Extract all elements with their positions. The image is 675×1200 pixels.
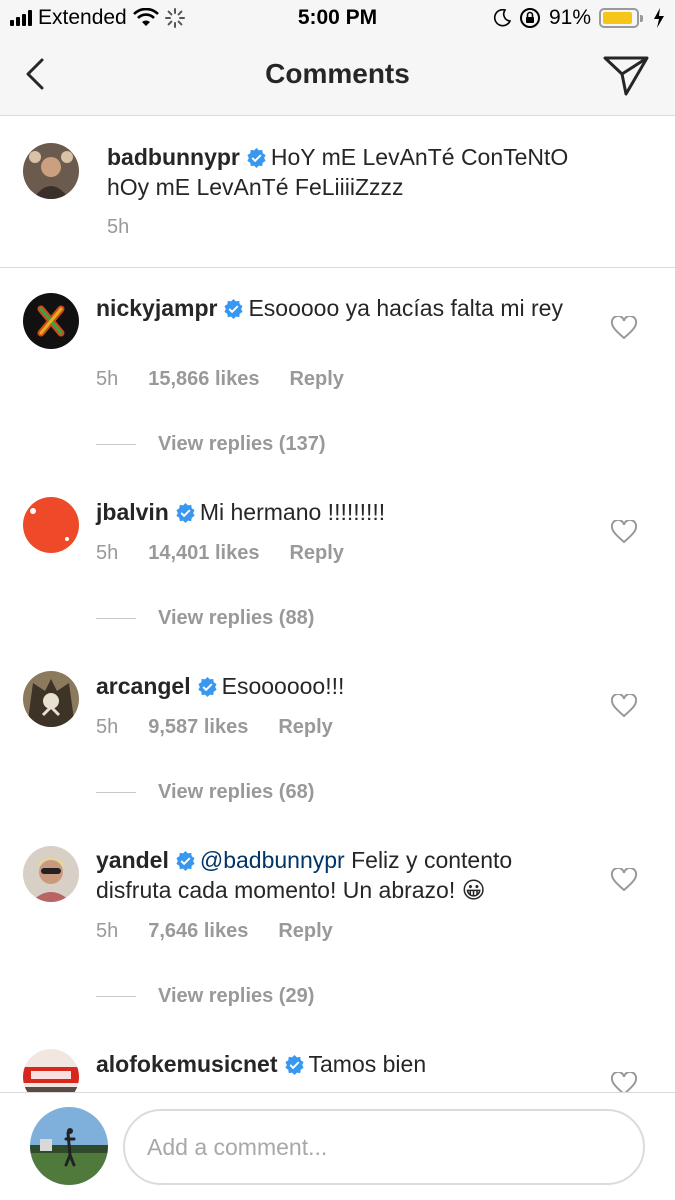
likes-count[interactable]: 7,646 likes xyxy=(148,920,248,943)
view-replies-label: View replies (88) xyxy=(158,607,315,629)
username[interactable]: badbunnypr xyxy=(107,144,240,170)
battery-level xyxy=(603,12,633,24)
username[interactable]: alofokemusicnet xyxy=(96,1051,278,1077)
timestamp: 5h xyxy=(96,920,119,942)
comment-composer xyxy=(0,1092,675,1200)
battery-percent: 91% xyxy=(548,6,591,29)
orientation-lock-icon xyxy=(519,8,540,28)
view-replies-button[interactable]: View replies (29) xyxy=(96,985,314,1008)
avatar[interactable] xyxy=(23,143,79,199)
status-bar: Extended 5:00 PM 91% xyxy=(0,0,675,38)
username[interactable]: yandel xyxy=(96,847,169,873)
current-user-avatar xyxy=(30,1107,108,1185)
likes-count[interactable]: 15,866 likes xyxy=(148,368,259,391)
status-right: 91% xyxy=(493,6,665,30)
moon-icon xyxy=(493,9,511,27)
charging-icon xyxy=(654,8,664,28)
avatar[interactable] xyxy=(23,497,79,553)
comment-text: Esooooo ya hacías falta mi rey xyxy=(248,295,563,321)
comment-text-block: alofokemusicnet Tamos bien xyxy=(96,1049,576,1079)
timestamp: 5h xyxy=(96,542,119,564)
battery-icon xyxy=(599,8,643,28)
divider xyxy=(96,792,136,793)
comment-text-block: jbalvin Mi hermano !!!!!!!!! xyxy=(96,497,576,527)
comment-text-block: arcangel Esoooooo!!! xyxy=(96,671,576,701)
add-comment-input[interactable] xyxy=(123,1109,645,1185)
comment-text: Esoooooo!!! xyxy=(221,673,345,699)
page-title: Comments xyxy=(265,58,410,89)
verified-badge-icon xyxy=(176,502,195,523)
verified-badge-icon xyxy=(198,676,217,697)
verified-badge-icon xyxy=(224,298,244,319)
username[interactable]: jbalvin xyxy=(96,499,169,525)
caption-meta: 5h xyxy=(107,216,129,239)
comment-text-block: nickyjampr Esooooo ya hacías falta mi rey xyxy=(96,293,576,323)
comment-meta: 5h 15,866 likes Reply xyxy=(96,368,344,391)
view-replies-button[interactable]: View replies (68) xyxy=(96,781,314,804)
heart-icon[interactable] xyxy=(611,316,637,340)
comment-text: Tamos bien xyxy=(308,1051,427,1077)
likes-count[interactable]: 14,401 likes xyxy=(148,542,259,565)
reply-button[interactable]: Reply xyxy=(278,716,332,739)
nav-bar: Comments xyxy=(0,38,675,116)
divider xyxy=(96,996,136,997)
comment-text-block: yandel @badbunnypr Feliz y contento disfr… xyxy=(96,845,576,905)
avatar[interactable] xyxy=(23,671,79,727)
post-caption: badbunnypr HoY mE LevAnTé ConTeNtO hOy mE… xyxy=(0,117,675,268)
username[interactable]: nickyjampr xyxy=(96,295,217,321)
timestamp: 5h xyxy=(96,716,119,738)
verified-badge-icon xyxy=(176,850,195,871)
view-replies-label: View replies (137) xyxy=(158,433,326,455)
reply-button[interactable]: Reply xyxy=(289,368,343,391)
heart-icon[interactable] xyxy=(611,520,637,544)
heart-icon[interactable] xyxy=(611,868,637,892)
timestamp: 5h xyxy=(107,216,130,238)
avatar[interactable] xyxy=(23,293,79,349)
timestamp: 5h xyxy=(96,368,119,390)
comment-meta: 5h 7,646 likes Reply xyxy=(96,920,333,943)
likes-count[interactable]: 9,587 likes xyxy=(148,716,248,739)
view-replies-label: View replies (68) xyxy=(158,781,315,803)
comment-text: Mi hermano !!!!!!!!! xyxy=(199,499,386,525)
verified-badge-icon xyxy=(247,147,266,168)
heart-icon[interactable] xyxy=(611,694,637,718)
reply-button[interactable]: Reply xyxy=(289,542,343,565)
username[interactable]: arcangel xyxy=(96,673,191,699)
mention-link[interactable]: @badbunnypr xyxy=(200,847,345,873)
comment-meta: 5h 9,587 likes Reply xyxy=(96,716,333,739)
divider xyxy=(96,444,136,445)
reply-button[interactable]: Reply xyxy=(278,920,332,943)
divider xyxy=(96,618,136,619)
view-replies-button[interactable]: View replies (137) xyxy=(96,433,326,456)
paper-plane-icon[interactable] xyxy=(603,54,649,96)
verified-badge-icon xyxy=(284,1054,304,1075)
view-replies-button[interactable]: View replies (88) xyxy=(96,607,314,630)
view-replies-label: View replies (29) xyxy=(158,985,315,1007)
caption-text-block: badbunnypr HoY mE LevAnTé ConTeNtO hOy mE… xyxy=(107,142,607,202)
avatar[interactable] xyxy=(23,846,79,902)
comment-meta: 5h 14,401 likes Reply xyxy=(96,542,344,565)
